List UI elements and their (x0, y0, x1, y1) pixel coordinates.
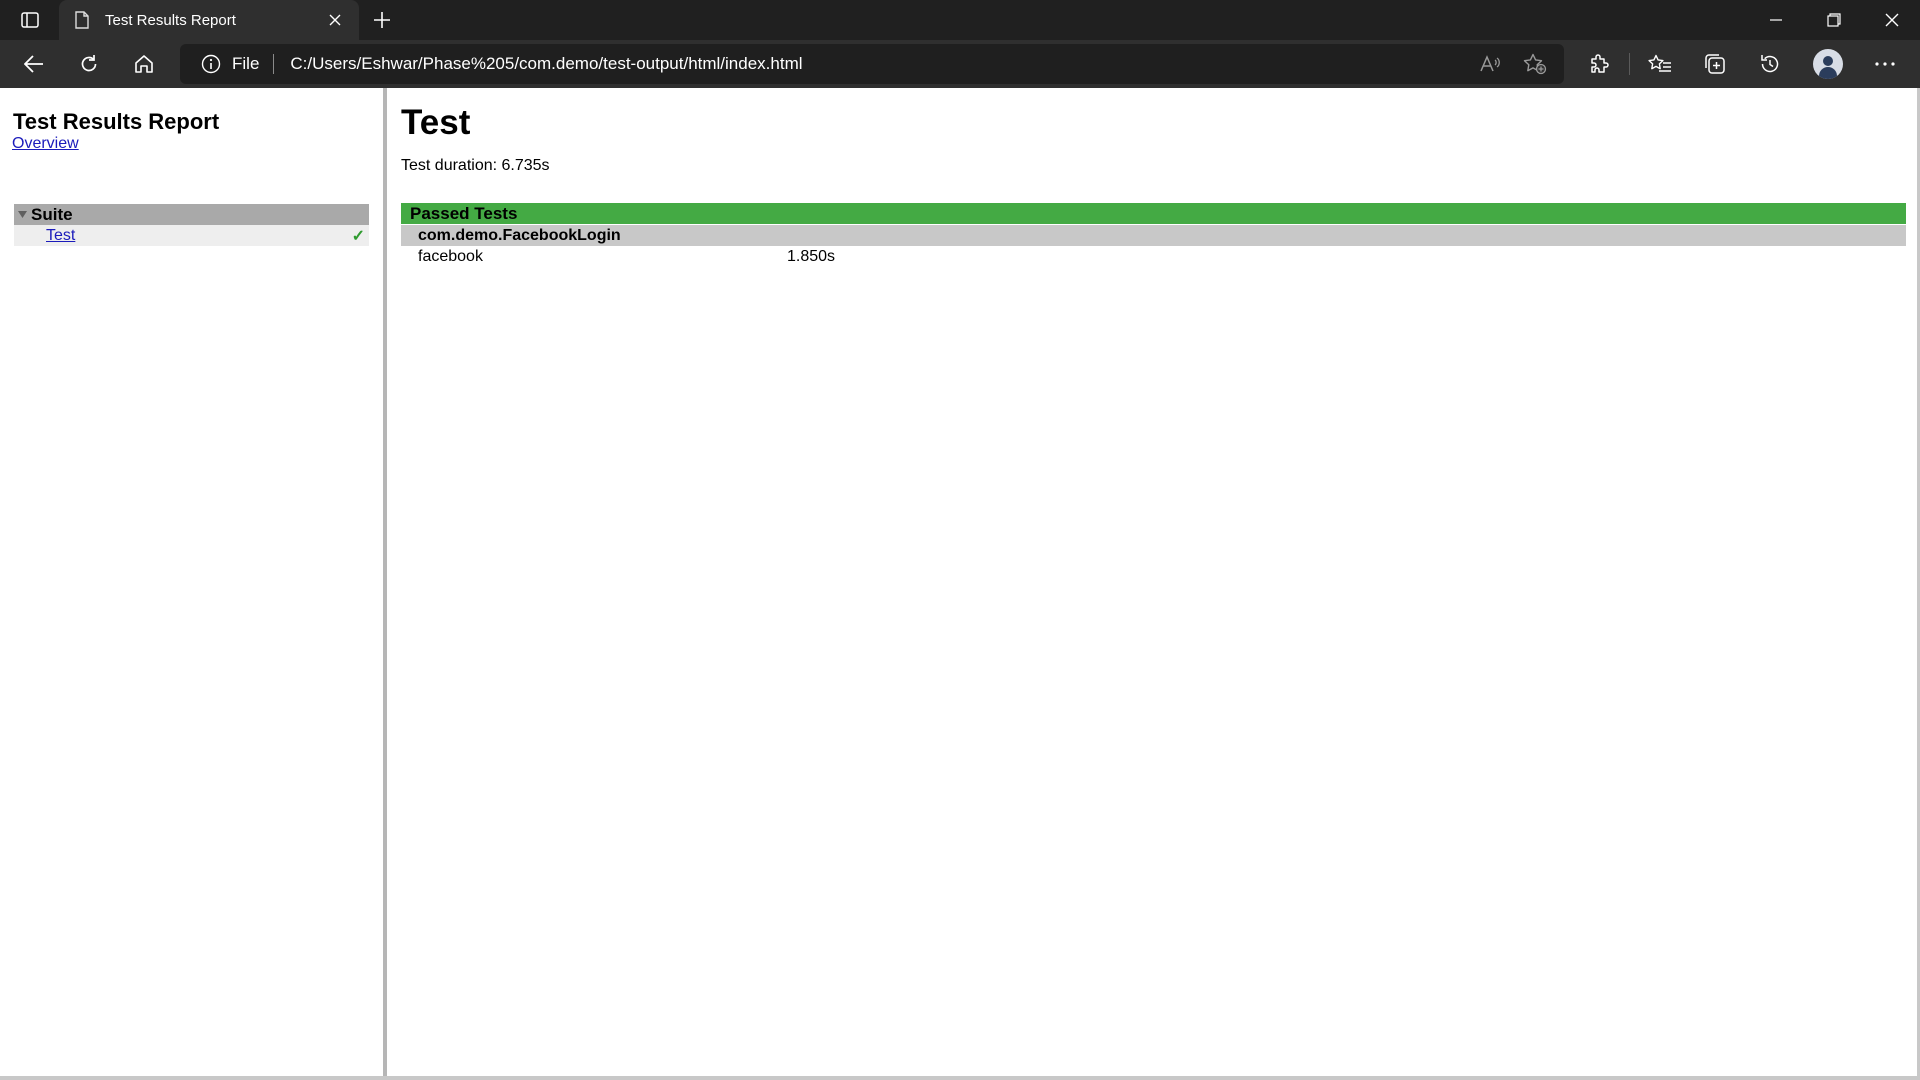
minimize-button[interactable] (1748, 0, 1804, 40)
tab-actions-icon[interactable] (14, 8, 46, 32)
history-icon[interactable] (1754, 48, 1786, 80)
page-content: Test Results Report Overview Suite Test … (0, 88, 1920, 1080)
test-method-name: facebook (418, 247, 483, 265)
collapse-triangle-icon[interactable] (16, 211, 28, 218)
collections-icon[interactable] (1699, 48, 1731, 80)
test-title: Test (401, 103, 471, 142)
page-bottom-border (0, 1076, 1920, 1080)
new-tab-button[interactable] (368, 6, 396, 34)
refresh-button[interactable] (72, 48, 106, 80)
overview-link[interactable]: Overview (12, 135, 79, 153)
browser-tab-active[interactable]: Test Results Report (59, 0, 359, 40)
info-icon[interactable] (200, 53, 222, 75)
test-class-row: com.demo.FacebookLogin (401, 225, 1906, 246)
home-button[interactable] (127, 48, 161, 80)
suite-header[interactable]: Suite (14, 204, 369, 225)
toolbar-divider (1629, 53, 1630, 75)
back-button[interactable] (17, 48, 51, 80)
browser-toolbar: File C:/Users/Eshwar/Phase%205/com.demo/… (0, 40, 1920, 88)
browser-title-bar: Test Results Report (0, 0, 1920, 40)
panel-divider[interactable] (383, 88, 387, 1078)
checkmark-icon: ✓ (351, 227, 365, 245)
extensions-icon[interactable] (1583, 48, 1615, 80)
favorites-icon[interactable] (1644, 48, 1676, 80)
more-options-icon[interactable] (1869, 48, 1901, 80)
tab-close-icon[interactable] (323, 8, 347, 32)
passed-tests-header: Passed Tests (401, 203, 1906, 224)
address-scheme: File (232, 54, 260, 73)
profile-avatar[interactable] (1813, 49, 1843, 79)
restore-button[interactable] (1806, 0, 1862, 40)
report-sidebar: Test Results Report Overview Suite Test … (0, 88, 383, 1078)
passed-tests-label: Passed Tests (410, 203, 518, 223)
suite-label: Suite (31, 204, 73, 224)
add-favorite-icon[interactable] (1519, 48, 1551, 80)
test-method-row: facebook 1.850s (401, 246, 1906, 267)
close-window-button[interactable] (1864, 0, 1920, 40)
test-duration: Test duration: 6.735s (401, 157, 550, 174)
report-title: Test Results Report (13, 109, 220, 134)
address-url[interactable]: C:/Users/Eshwar/Phase%205/com.demo/test-… (290, 54, 802, 74)
document-icon (73, 10, 91, 30)
address-separator (273, 54, 275, 74)
test-method-duration: 1.850s (787, 247, 836, 265)
read-aloud-icon[interactable] (1474, 48, 1506, 80)
tab-title: Test Results Report (105, 11, 236, 29)
test-class-name: com.demo.FacebookLogin (418, 226, 621, 244)
suite-test-item: Test ✓ (14, 225, 369, 246)
test-link[interactable]: Test (46, 227, 352, 245)
address-bar[interactable]: File C:/Users/Eshwar/Phase%205/com.demo/… (180, 44, 1564, 84)
